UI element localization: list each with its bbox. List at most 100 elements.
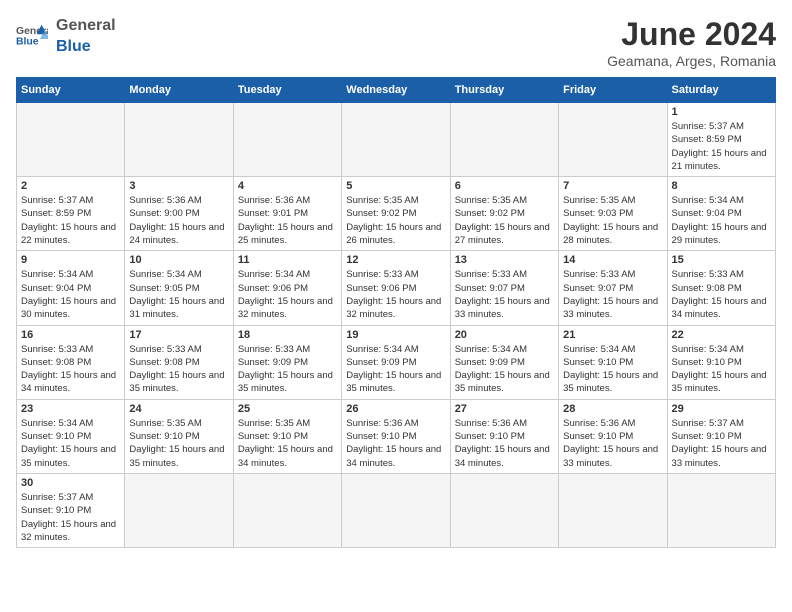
calendar-day-cell: 18 Sunrise: 5:33 AM Sunset: 9:09 PM Dayli…: [233, 325, 341, 399]
calendar-day-cell: [17, 103, 125, 177]
calendar-week-row: 1 Sunrise: 5:37 AM Sunset: 8:59 PM Daylig…: [17, 103, 776, 177]
calendar-day-cell: [559, 473, 667, 547]
day-info: Sunrise: 5:35 AM Sunset: 9:02 PM Dayligh…: [346, 194, 445, 247]
logo: General Blue General Blue General Blue: [16, 16, 116, 58]
day-info: Sunrise: 5:37 AM Sunset: 8:59 PM Dayligh…: [21, 194, 120, 247]
calendar-day-cell: 9 Sunrise: 5:34 AM Sunset: 9:04 PM Daylig…: [17, 251, 125, 325]
weekday-header-saturday: Saturday: [667, 78, 775, 103]
calendar-day-cell: [559, 103, 667, 177]
day-info: Sunrise: 5:36 AM Sunset: 9:10 PM Dayligh…: [346, 417, 445, 470]
calendar-day-cell: [125, 473, 233, 547]
logo-icon: General Blue: [16, 23, 48, 51]
calendar-day-cell: 22 Sunrise: 5:34 AM Sunset: 9:10 PM Dayli…: [667, 325, 775, 399]
day-info: Sunrise: 5:37 AM Sunset: 8:59 PM Dayligh…: [672, 120, 771, 173]
day-number: 26: [346, 403, 445, 415]
calendar-day-cell: 13 Sunrise: 5:33 AM Sunset: 9:07 PM Dayli…: [450, 251, 558, 325]
day-info: Sunrise: 5:33 AM Sunset: 9:09 PM Dayligh…: [238, 343, 337, 396]
day-info: Sunrise: 5:37 AM Sunset: 9:10 PM Dayligh…: [21, 491, 120, 544]
day-number: 19: [346, 329, 445, 341]
day-number: 1: [672, 106, 771, 118]
calendar-day-cell: 20 Sunrise: 5:34 AM Sunset: 9:09 PM Dayli…: [450, 325, 558, 399]
calendar-day-cell: 12 Sunrise: 5:33 AM Sunset: 9:06 PM Dayli…: [342, 251, 450, 325]
day-info: Sunrise: 5:33 AM Sunset: 9:08 PM Dayligh…: [21, 343, 120, 396]
day-number: 30: [21, 477, 120, 489]
day-number: 3: [129, 180, 228, 192]
day-info: Sunrise: 5:37 AM Sunset: 9:10 PM Dayligh…: [672, 417, 771, 470]
calendar-day-cell: 30 Sunrise: 5:37 AM Sunset: 9:10 PM Dayli…: [17, 473, 125, 547]
calendar-day-cell: 23Sunrise: 5:34 AM Sunset: 9:10 PM Dayli…: [17, 399, 125, 473]
day-info: Sunrise: 5:34 AM Sunset: 9:09 PM Dayligh…: [346, 343, 445, 396]
calendar-title-area: June 2024 Geamana, Arges, Romania: [607, 16, 776, 69]
day-number: 13: [455, 254, 554, 266]
page-header: General Blue General Blue General Blue J…: [16, 16, 776, 69]
calendar-day-cell: 24 Sunrise: 5:35 AM Sunset: 9:10 PM Dayli…: [125, 399, 233, 473]
day-info: Sunrise: 5:33 AM Sunset: 9:08 PM Dayligh…: [129, 343, 228, 396]
calendar-day-cell: 3Sunrise: 5:36 AM Sunset: 9:00 PM Daylig…: [125, 177, 233, 251]
day-number: 7: [563, 180, 662, 192]
calendar-day-cell: 4 Sunrise: 5:36 AM Sunset: 9:01 PM Daylig…: [233, 177, 341, 251]
day-number: 5: [346, 180, 445, 192]
calendar-day-cell: 29Sunrise: 5:37 AM Sunset: 9:10 PM Dayli…: [667, 399, 775, 473]
calendar-day-cell: [342, 103, 450, 177]
month-title: June 2024: [607, 16, 776, 53]
day-number: 4: [238, 180, 337, 192]
calendar-day-cell: 26 Sunrise: 5:36 AM Sunset: 9:10 PM Dayli…: [342, 399, 450, 473]
day-number: 28: [563, 403, 662, 415]
day-number: 22: [672, 329, 771, 341]
day-info: Sunrise: 5:34 AM Sunset: 9:10 PM Dayligh…: [672, 343, 771, 396]
calendar-day-cell: [342, 473, 450, 547]
calendar-day-cell: 5 Sunrise: 5:35 AM Sunset: 9:02 PM Daylig…: [342, 177, 450, 251]
day-info: Sunrise: 5:35 AM Sunset: 9:02 PM Dayligh…: [455, 194, 554, 247]
weekday-header-friday: Friday: [559, 78, 667, 103]
day-info: Sunrise: 5:34 AM Sunset: 9:06 PM Dayligh…: [238, 268, 337, 321]
day-info: Sunrise: 5:36 AM Sunset: 9:10 PM Dayligh…: [455, 417, 554, 470]
location-subtitle: Geamana, Arges, Romania: [607, 53, 776, 69]
day-number: 12: [346, 254, 445, 266]
calendar-week-row: 16Sunrise: 5:33 AM Sunset: 9:08 PM Dayli…: [17, 325, 776, 399]
weekday-header-monday: Monday: [125, 78, 233, 103]
calendar-day-cell: 27Sunrise: 5:36 AM Sunset: 9:10 PM Dayli…: [450, 399, 558, 473]
day-number: 10: [129, 254, 228, 266]
calendar-day-cell: 11Sunrise: 5:34 AM Sunset: 9:06 PM Dayli…: [233, 251, 341, 325]
weekday-header-thursday: Thursday: [450, 78, 558, 103]
day-info: Sunrise: 5:35 AM Sunset: 9:03 PM Dayligh…: [563, 194, 662, 247]
day-number: 9: [21, 254, 120, 266]
day-number: 20: [455, 329, 554, 341]
day-number: 25: [238, 403, 337, 415]
calendar-day-cell: [125, 103, 233, 177]
svg-text:Blue: Blue: [16, 36, 39, 47]
day-number: 8: [672, 180, 771, 192]
day-number: 6: [455, 180, 554, 192]
calendar-day-cell: 2Sunrise: 5:37 AM Sunset: 8:59 PM Daylig…: [17, 177, 125, 251]
calendar-week-row: 30 Sunrise: 5:37 AM Sunset: 9:10 PM Dayli…: [17, 473, 776, 547]
day-number: 14: [563, 254, 662, 266]
calendar-day-cell: [233, 103, 341, 177]
calendar-day-cell: 8Sunrise: 5:34 AM Sunset: 9:04 PM Daylig…: [667, 177, 775, 251]
calendar-day-cell: 6 Sunrise: 5:35 AM Sunset: 9:02 PM Daylig…: [450, 177, 558, 251]
day-info: Sunrise: 5:33 AM Sunset: 9:06 PM Dayligh…: [346, 268, 445, 321]
day-info: Sunrise: 5:34 AM Sunset: 9:04 PM Dayligh…: [21, 268, 120, 321]
calendar-day-cell: [233, 473, 341, 547]
calendar-day-cell: 7 Sunrise: 5:35 AM Sunset: 9:03 PM Daylig…: [559, 177, 667, 251]
day-number: 18: [238, 329, 337, 341]
calendar-day-cell: 19 Sunrise: 5:34 AM Sunset: 9:09 PM Dayli…: [342, 325, 450, 399]
day-info: Sunrise: 5:36 AM Sunset: 9:10 PM Dayligh…: [563, 417, 662, 470]
calendar-day-cell: 1 Sunrise: 5:37 AM Sunset: 8:59 PM Daylig…: [667, 103, 775, 177]
calendar-day-cell: 21Sunrise: 5:34 AM Sunset: 9:10 PM Dayli…: [559, 325, 667, 399]
calendar-day-cell: 16Sunrise: 5:33 AM Sunset: 9:08 PM Dayli…: [17, 325, 125, 399]
day-number: 24: [129, 403, 228, 415]
day-info: Sunrise: 5:34 AM Sunset: 9:09 PM Dayligh…: [455, 343, 554, 396]
day-number: 15: [672, 254, 771, 266]
day-info: Sunrise: 5:35 AM Sunset: 9:10 PM Dayligh…: [238, 417, 337, 470]
calendar-week-row: 2Sunrise: 5:37 AM Sunset: 8:59 PM Daylig…: [17, 177, 776, 251]
calendar-day-cell: [667, 473, 775, 547]
day-info: Sunrise: 5:36 AM Sunset: 9:01 PM Dayligh…: [238, 194, 337, 247]
logo-blue-label: Blue: [56, 37, 116, 58]
day-info: Sunrise: 5:35 AM Sunset: 9:10 PM Dayligh…: [129, 417, 228, 470]
day-info: Sunrise: 5:34 AM Sunset: 9:10 PM Dayligh…: [21, 417, 120, 470]
day-info: Sunrise: 5:33 AM Sunset: 9:07 PM Dayligh…: [455, 268, 554, 321]
calendar-day-cell: 17Sunrise: 5:33 AM Sunset: 9:08 PM Dayli…: [125, 325, 233, 399]
calendar-day-cell: 15Sunrise: 5:33 AM Sunset: 9:08 PM Dayli…: [667, 251, 775, 325]
calendar-day-cell: [450, 103, 558, 177]
day-info: Sunrise: 5:34 AM Sunset: 9:10 PM Dayligh…: [563, 343, 662, 396]
